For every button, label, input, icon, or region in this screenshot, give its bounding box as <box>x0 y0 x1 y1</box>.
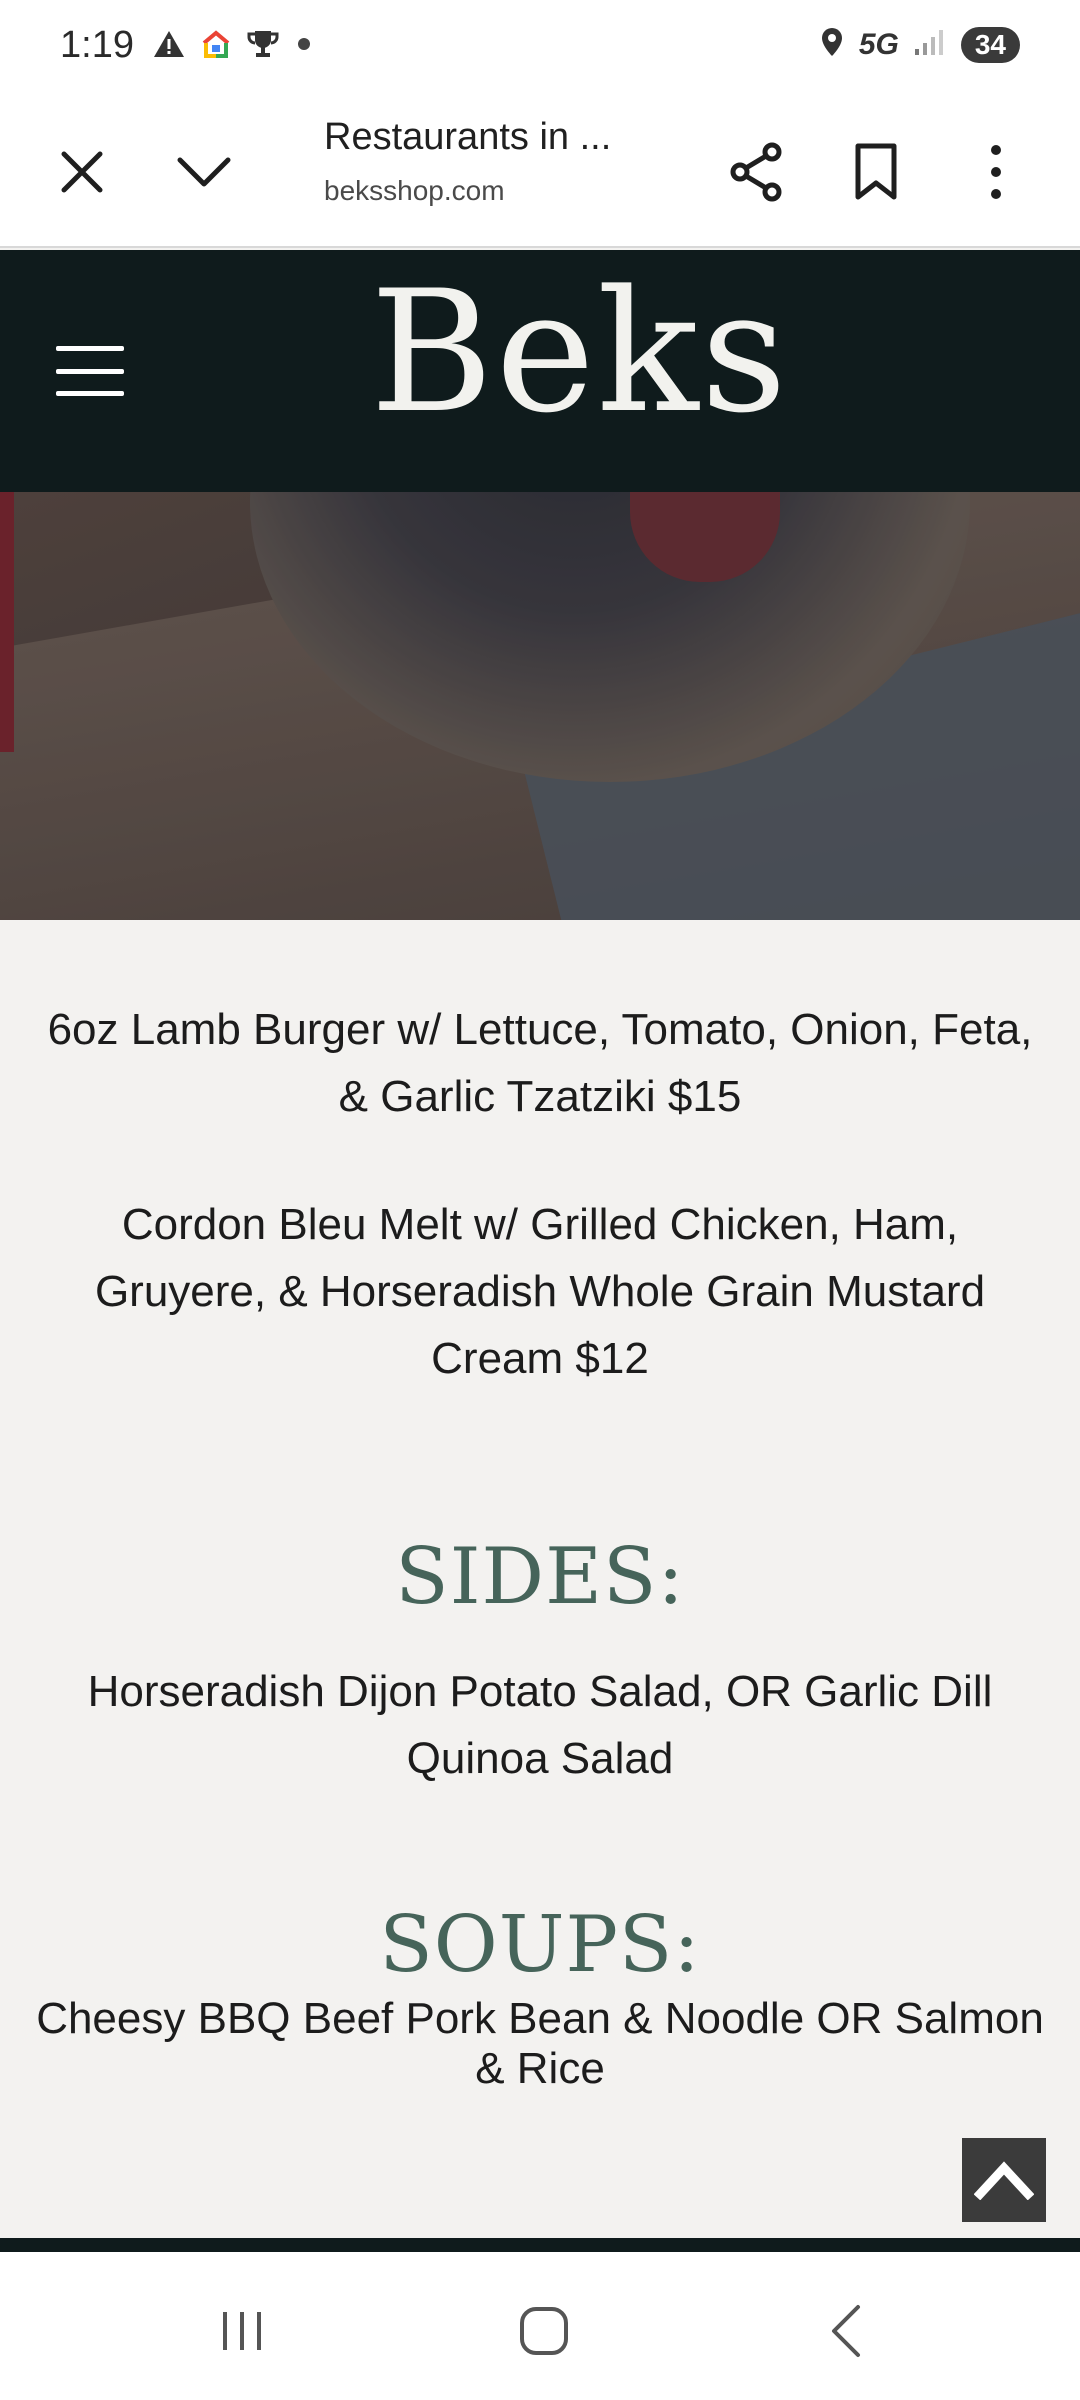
chevron-down-icon <box>177 157 231 187</box>
chevron-up-icon <box>974 2161 1034 2200</box>
google-home-icon <box>200 29 232 64</box>
warning-icon <box>152 29 186 64</box>
status-icons-right: 5G 34 <box>819 26 1020 63</box>
recents-icon <box>223 2312 261 2350</box>
sides-heading: SIDES: <box>395 1532 685 1622</box>
status-icons-left <box>152 28 314 65</box>
menu-icon[interactable] <box>56 346 124 396</box>
trophy-icon <box>246 28 280 65</box>
menu-content: 6oz Lamb Burger w/ Lettuce, Tomato, Onio… <box>0 920 1080 2238</box>
bookmark-icon <box>855 143 897 200</box>
site-header: Beks <box>0 250 1080 492</box>
home-button[interactable] <box>504 2296 584 2366</box>
bookmark-button[interactable] <box>840 136 912 208</box>
more-options-button[interactable] <box>960 136 1032 208</box>
location-icon <box>819 26 845 63</box>
site-logo[interactable]: Beks <box>370 268 789 436</box>
share-button[interactable] <box>720 136 792 208</box>
browser-toolbar: Restaurants in ... beksshop.com <box>0 98 1080 248</box>
more-vert-icon <box>991 145 1001 199</box>
recents-button[interactable] <box>202 2296 282 2366</box>
trailing-dot: . <box>536 2042 545 2075</box>
close-button[interactable] <box>46 136 118 208</box>
system-navigation-bar <box>0 2252 1080 2400</box>
hero-food-image <box>0 492 1080 920</box>
menu-item: 6oz Lamb Burger w/ Lettuce, Tomato, Onio… <box>47 1005 1033 1121</box>
battery-indicator: 34 <box>960 26 1020 63</box>
sides-text: Horseradish Dijon Potato Salad, OR Garli… <box>87 1667 993 1783</box>
site-footer-strip <box>0 2238 1080 2252</box>
page-url: beksshop.com <box>324 175 505 206</box>
notification-dot-icon <box>294 34 314 59</box>
back-icon <box>832 2305 860 2357</box>
close-icon <box>61 151 103 193</box>
home-icon <box>520 2307 568 2355</box>
status-bar: 1:19 5G 34 <box>0 0 1080 98</box>
soups-heading: SOUPS: <box>379 1900 701 1990</box>
minimize-button[interactable] <box>168 136 240 208</box>
page-title-block[interactable]: Restaurants in ... beksshop.com <box>324 116 684 207</box>
signal-icon <box>913 27 947 62</box>
back-button[interactable] <box>806 2296 886 2366</box>
share-icon <box>730 142 782 202</box>
status-time: 1:19 <box>60 24 134 66</box>
scroll-to-top-button[interactable] <box>962 2138 1046 2222</box>
menu-item: Cordon Bleu Melt w/ Grilled Chicken, Ham… <box>94 1200 986 1383</box>
network-label: 5G <box>858 27 899 61</box>
page-title: Restaurants in ... <box>324 116 612 158</box>
